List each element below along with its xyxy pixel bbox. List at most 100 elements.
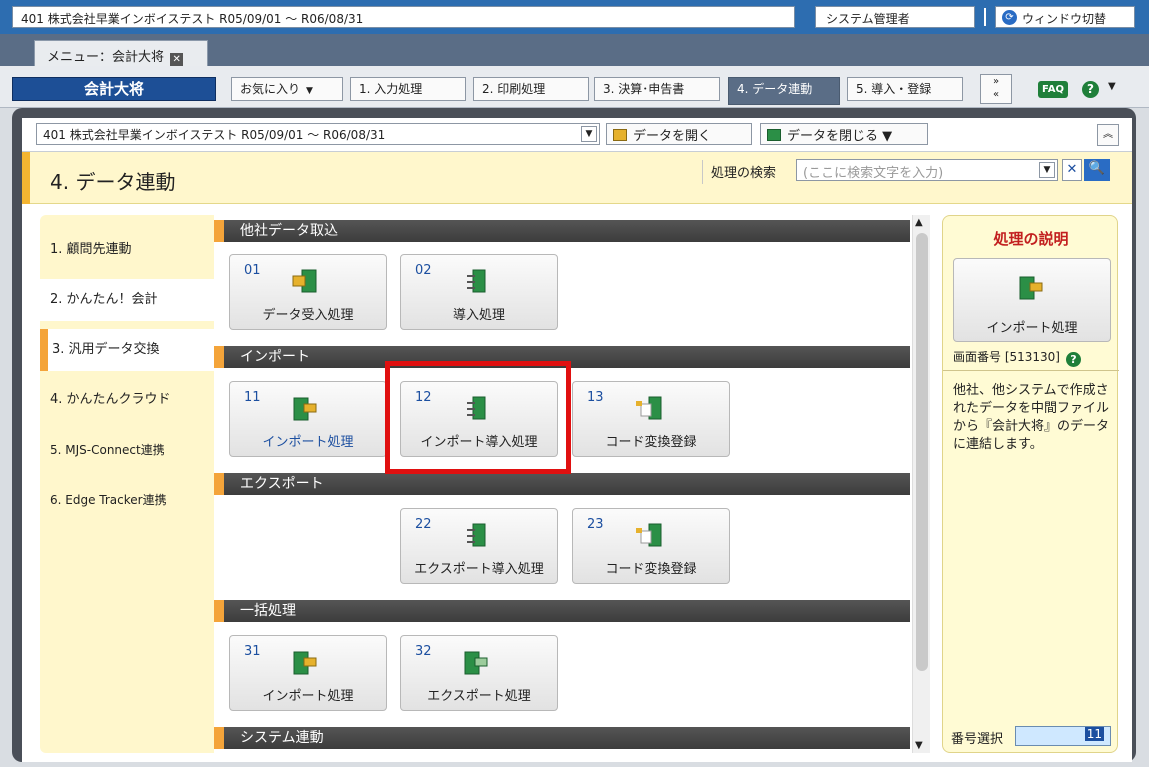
document-bar: 401 株式会社早業インボイステスト R05/09/01 ～ R06/08/31… bbox=[22, 118, 1132, 152]
nav-item-settlement[interactable]: 3. 決算･申告書 bbox=[594, 77, 720, 101]
nav-item-data-link[interactable]: 4. データ連動 bbox=[728, 77, 840, 105]
clear-search-button[interactable]: ✕ bbox=[1062, 159, 1082, 181]
window-switch-label: ウィンドウ切替 bbox=[1022, 12, 1107, 26]
collapse-button[interactable]: ︽ bbox=[1097, 124, 1119, 146]
chevron-down-icon: ▼ bbox=[306, 86, 313, 96]
section-accent bbox=[214, 600, 224, 622]
help-icon[interactable]: ? bbox=[1066, 352, 1081, 367]
page-header: 4. データ連動 処理の検索 (ここに検索文字を入力) ▼ ✕ 🔍 bbox=[22, 152, 1132, 204]
category-item-advisor[interactable]: 1. 顧問先連動 bbox=[40, 229, 214, 271]
chevron-down-icon[interactable]: ▼ bbox=[1108, 81, 1116, 92]
search-icon[interactable]: 🔍 bbox=[1084, 159, 1110, 181]
search-placeholder: (ここに検索文字を入力) bbox=[803, 166, 944, 181]
description-tile[interactable]: インポート処理 bbox=[953, 258, 1111, 342]
close-data-button[interactable]: データを閉じる ▼ bbox=[760, 123, 928, 145]
number-select-value: 11 bbox=[1084, 727, 1104, 741]
folder-open-icon bbox=[613, 129, 627, 141]
tile-label: インポート処理 bbox=[262, 435, 354, 450]
description-title: 処理の説明 bbox=[993, 230, 1069, 248]
divider bbox=[943, 370, 1119, 371]
close-data-label: データを閉じる bbox=[787, 129, 879, 144]
nav-item-input[interactable]: 1. 入力処理 bbox=[350, 77, 466, 101]
category-item-kantan[interactable]: 2. かんたん！会計 bbox=[40, 279, 214, 321]
document-select-value: 401 株式会社早業インボイステスト R05/09/01 ～ R06/08/31 bbox=[43, 128, 386, 142]
tile-number: 31 bbox=[244, 644, 261, 659]
category-item-mjs-connect[interactable]: 5. MJS-Connect連携 bbox=[40, 429, 214, 471]
section-title: 一括処理 bbox=[240, 603, 296, 619]
tile-code-conversion-export[interactable]: 23 コード変換登録 bbox=[572, 508, 730, 584]
nav-item-setup[interactable]: 5. 導入・登録 bbox=[847, 77, 963, 101]
favorites-label: お気に入り bbox=[240, 82, 301, 96]
search-input[interactable]: (ここに検索文字を入力) ▼ bbox=[796, 159, 1058, 181]
category-item-cloud[interactable]: 4. かんたんクラウド bbox=[40, 379, 214, 421]
company-display: 401 株式会社早業インボイステスト R05/09/01 ～ R06/08/31 bbox=[12, 6, 795, 28]
page-title: 4. データ連動 bbox=[50, 170, 176, 194]
tile-label: エクスポート導入処理 bbox=[414, 562, 544, 577]
window-switch-button[interactable]: ⟳ ウィンドウ切替 bbox=[995, 6, 1135, 28]
nav-item-print[interactable]: 2. 印刷処理 bbox=[473, 77, 589, 101]
section-title: エクスポート bbox=[240, 476, 324, 492]
number-select-input[interactable]: 11 bbox=[1015, 726, 1111, 746]
brand-button[interactable]: 会計大将 bbox=[12, 77, 216, 101]
import-icon bbox=[1019, 276, 1043, 300]
setup-icon bbox=[467, 269, 486, 293]
user-display: システム管理者 bbox=[815, 6, 975, 28]
tile-setup[interactable]: 02 導入処理 bbox=[400, 254, 558, 330]
document-select[interactable]: 401 株式会社早業インボイステスト R05/09/01 ～ R06/08/31… bbox=[36, 123, 600, 145]
section-title: インポート bbox=[240, 349, 310, 365]
scroll-up-icon[interactable]: ▲ bbox=[915, 217, 923, 228]
import-icon bbox=[293, 651, 317, 675]
divider bbox=[702, 160, 703, 184]
tile-label: コード変換登録 bbox=[605, 562, 697, 577]
open-data-button[interactable]: データを開く bbox=[606, 123, 752, 145]
tile-label: エクスポート処理 bbox=[427, 689, 531, 704]
scroll-thumb[interactable] bbox=[916, 233, 928, 671]
chevron-down-icon[interactable]: ▼ bbox=[1039, 162, 1055, 178]
window-switch-icon: ⟳ bbox=[1002, 10, 1017, 25]
section-header: 一括処理 bbox=[214, 600, 910, 622]
section-header: 他社データ取込 bbox=[214, 220, 910, 242]
accent-bar bbox=[22, 152, 30, 204]
tile-label: データ受入処理 bbox=[262, 308, 354, 323]
chevron-down-icon[interactable]: ▼ bbox=[581, 126, 597, 142]
tile-import[interactable]: 11 インポート処理 bbox=[229, 381, 387, 457]
category-item-edge-tracker[interactable]: 6. Edge Tracker連携 bbox=[40, 479, 214, 521]
tile-batch-export[interactable]: 32 エクスポート処理 bbox=[400, 635, 558, 711]
divider bbox=[984, 8, 986, 26]
search-label: 処理の検索 bbox=[711, 166, 777, 181]
folder-close-icon bbox=[767, 129, 781, 141]
scroll-down-icon[interactable]: ▼ bbox=[915, 740, 923, 751]
description-text: 他社、他システムで作成されたデータを中間ファイルから『会計大将』のデータに連結し… bbox=[953, 383, 1110, 452]
section-title: 他社データ取込 bbox=[240, 223, 338, 239]
help-icon[interactable]: ? bbox=[1082, 81, 1099, 98]
category-item-general-exchange[interactable]: 3. 汎用データ交換 bbox=[40, 329, 214, 371]
tile-number: 11 bbox=[244, 390, 261, 405]
section-title: システム連動 bbox=[240, 730, 324, 746]
tile-number: 01 bbox=[244, 263, 261, 278]
import-icon bbox=[292, 269, 317, 293]
tile-code-conversion[interactable]: 13 コード変換登録 bbox=[572, 381, 730, 457]
tile-number: 02 bbox=[415, 263, 432, 278]
section-accent bbox=[214, 220, 224, 242]
section-accent bbox=[214, 473, 224, 495]
tile-label: コード変換登録 bbox=[605, 435, 697, 450]
description-tile-label: インポート処理 bbox=[986, 321, 1078, 336]
tile-data-receive[interactable]: 01 データ受入処理 bbox=[229, 254, 387, 330]
selection-highlight bbox=[385, 361, 571, 474]
category-nav: 1. 顧問先連動 2. かんたん！会計 3. 汎用データ交換 4. かんたんクラ… bbox=[40, 215, 214, 753]
tile-label: 導入処理 bbox=[452, 308, 505, 323]
panel-scrollbar[interactable]: ▲ ▼ bbox=[912, 215, 930, 753]
number-select-label: 番号選択 bbox=[951, 732, 1004, 747]
export-icon bbox=[464, 651, 488, 675]
close-icon[interactable]: ✕ bbox=[170, 53, 184, 66]
nav-scroll-button[interactable]: » « bbox=[980, 74, 1012, 104]
tile-batch-import[interactable]: 31 インポート処理 bbox=[229, 635, 387, 711]
section-header: システム連動 bbox=[214, 727, 910, 749]
tab-menu[interactable]: メニュー：会計大将 ✕ bbox=[34, 40, 208, 66]
screen-number-text: 画面番号 [513130] bbox=[953, 350, 1060, 364]
code-conversion-icon bbox=[636, 523, 662, 547]
faq-button[interactable]: FAQ bbox=[1038, 81, 1068, 98]
tile-export-setup[interactable]: 22 エクスポート導入処理 bbox=[400, 508, 558, 584]
favorites-dropdown[interactable]: お気に入り ▼ bbox=[231, 77, 343, 101]
tab-row: メニュー：会計大将 ✕ bbox=[0, 34, 1149, 66]
